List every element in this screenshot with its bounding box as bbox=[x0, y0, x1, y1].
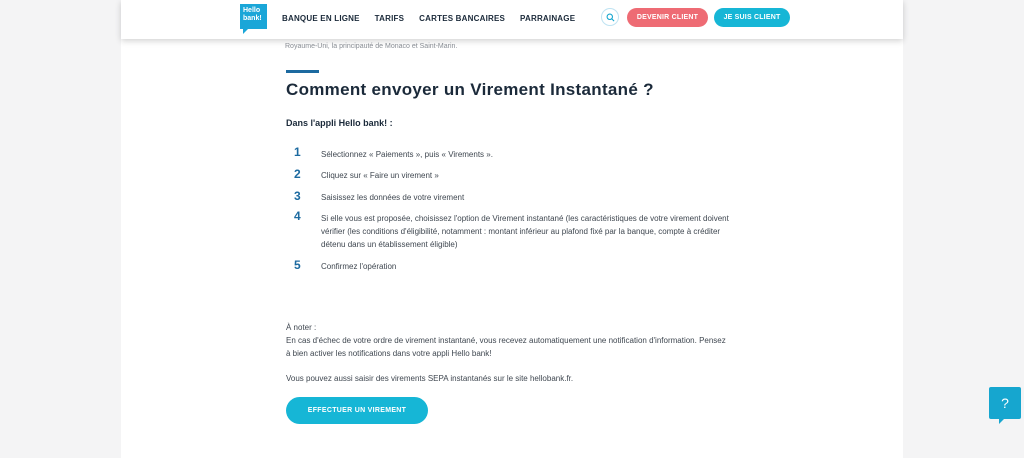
step-number-3: 3 bbox=[294, 189, 301, 203]
hello-bank-logo[interactable]: Hello bank! bbox=[240, 4, 267, 34]
step-number-5: 5 bbox=[294, 258, 301, 272]
main-nav: BANQUE EN LIGNE TARIFS CARTES BANCAIRES … bbox=[282, 14, 575, 26]
step-text-4: Si elle vous est proposée, choisissez l'… bbox=[321, 214, 729, 249]
sepa-text: Vous pouvez aussi saisir des virements S… bbox=[286, 374, 574, 383]
clipped-paragraph: Royaume-Uni, la principauté de Monaco et… bbox=[285, 43, 458, 50]
subheading: Dans l'appli Hello bank! : bbox=[286, 118, 393, 128]
step-number-1: 1 bbox=[294, 145, 301, 159]
search-icon bbox=[606, 13, 614, 21]
top-navbar: Hello bank! BANQUE EN LIGNE TARIFS CARTE… bbox=[121, 0, 903, 39]
effectuer-virement-button[interactable]: EFFECTUER UN VIREMENT bbox=[286, 397, 428, 424]
nav-cartes-bancaires[interactable]: CARTES BANCAIRES bbox=[419, 14, 505, 26]
nav-tarifs[interactable]: TARIFS bbox=[375, 14, 405, 26]
step-text-3: Saisissez les données de votre virement bbox=[321, 193, 465, 202]
heading-accent-line bbox=[286, 70, 319, 73]
step-text-5: Confirmez l'opération bbox=[321, 262, 397, 271]
je-suis-client-button[interactable]: JE SUIS CLIENT bbox=[714, 8, 790, 27]
page-heading: Comment envoyer un Virement Instantané ? bbox=[286, 80, 654, 99]
nav-parrainage[interactable]: PARRAINAGE bbox=[520, 14, 575, 26]
step-text-2: Cliquez sur « Faire un virement » bbox=[321, 171, 439, 180]
step-text-1: Sélectionnez « Paiements », puis « Virem… bbox=[321, 150, 493, 159]
search-button[interactable] bbox=[601, 8, 619, 26]
note-title: À noter : bbox=[286, 323, 317, 332]
help-chat-button[interactable]: ? bbox=[989, 387, 1021, 424]
step-number-2: 2 bbox=[294, 167, 301, 181]
nav-banque-en-ligne[interactable]: BANQUE EN LIGNE bbox=[282, 14, 360, 26]
help-question-icon: ? bbox=[1001, 395, 1009, 411]
devenir-client-button[interactable]: DEVENIR CLIENT bbox=[627, 8, 708, 27]
note-text: En cas d'échec de votre ordre de viremen… bbox=[286, 336, 726, 358]
step-number-4: 4 bbox=[294, 209, 301, 223]
